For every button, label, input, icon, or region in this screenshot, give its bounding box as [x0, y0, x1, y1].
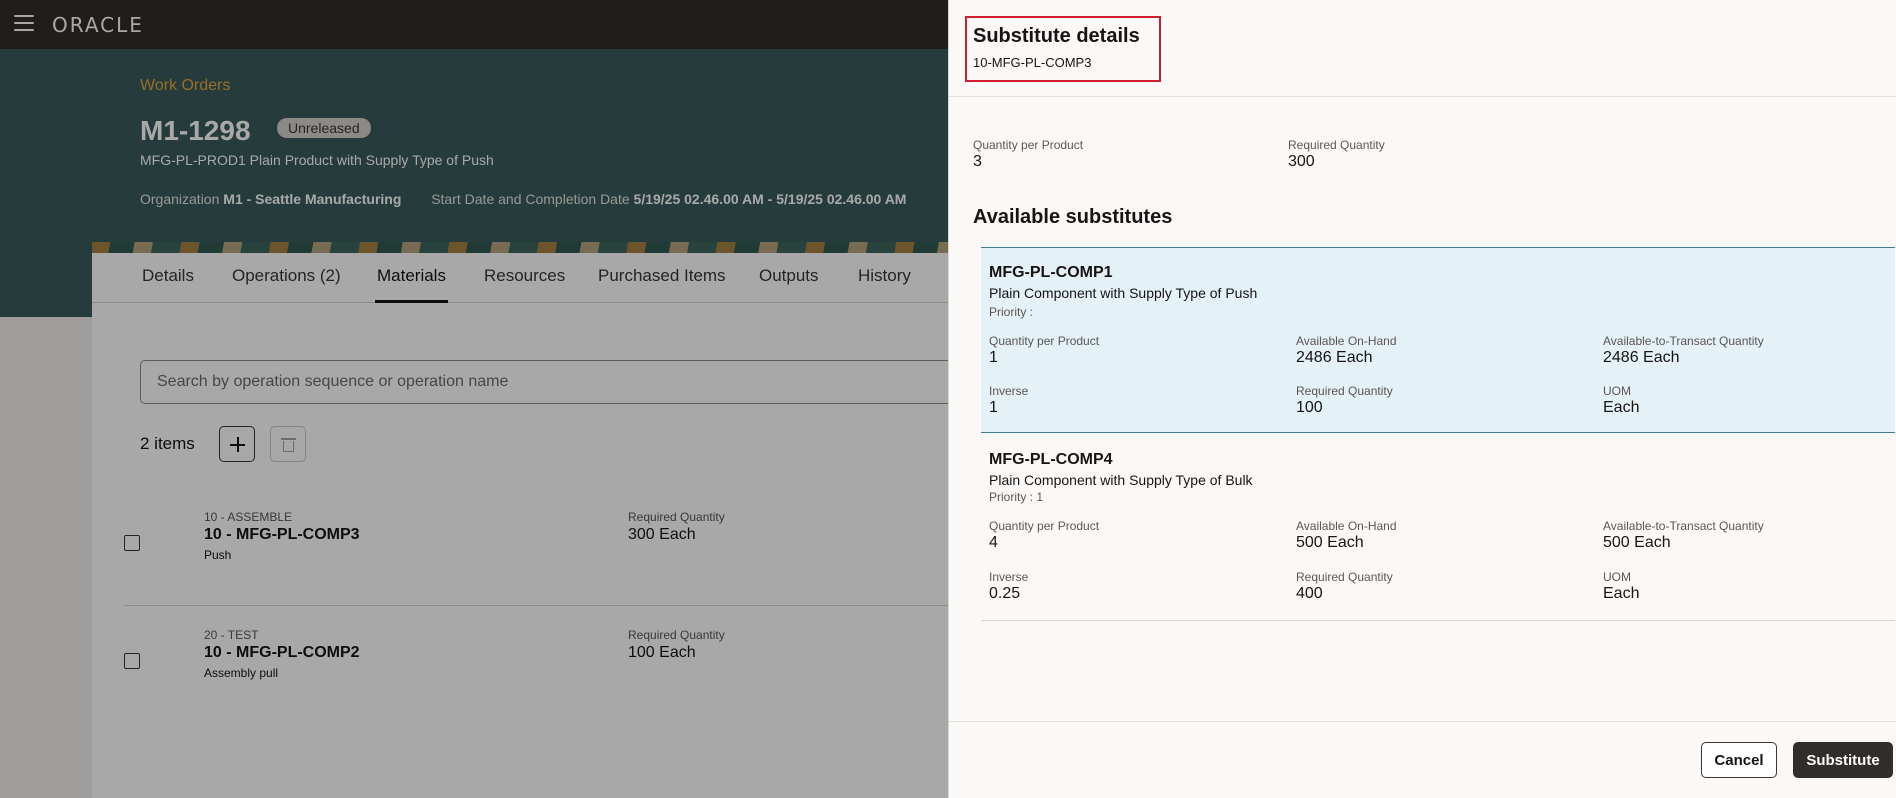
substitute-priority: Priority :: [989, 305, 1034, 319]
footer-divider: [949, 721, 1896, 722]
substitute-card[interactable]: MFG-PL-COMP4 Plain Component with Supply…: [981, 434, 1895, 621]
field-value: 0.25: [989, 585, 1021, 602]
field-label: Required Quantity: [1296, 384, 1393, 398]
field-value: 400: [1296, 585, 1323, 602]
field-value: Each: [1603, 399, 1640, 416]
field-label: Inverse: [989, 384, 1029, 398]
drawer-title: Substitute details: [973, 25, 1140, 47]
quantity-per-product-label: Quantity per Product: [973, 138, 1084, 152]
field-value: 1: [989, 399, 998, 416]
field-value: 1: [989, 349, 998, 366]
field-label: Quantity per Product: [989, 519, 1100, 533]
field-label: Available-to-Transact Quantity: [1603, 519, 1764, 533]
quantity-per-product-value: 3: [973, 153, 982, 170]
substitute-card-selected[interactable]: MFG-PL-COMP1 Plain Component with Supply…: [981, 247, 1895, 433]
field-label: UOM: [1603, 384, 1631, 398]
available-substitutes-heading: Available substitutes: [973, 206, 1173, 228]
substitute-description: Plain Component with Supply Type of Push: [989, 285, 1258, 301]
substitute-name: MFG-PL-COMP4: [989, 451, 1113, 468]
field-value: 500 Each: [1603, 534, 1671, 551]
field-label: Available On-Hand: [1296, 334, 1397, 348]
cancel-button[interactable]: Cancel: [1701, 742, 1777, 778]
field-value: 100: [1296, 399, 1323, 416]
field-label: UOM: [1603, 570, 1631, 584]
field-value: Each: [1603, 585, 1640, 602]
field-value: 500 Each: [1296, 534, 1364, 551]
substitute-priority: Priority : 1: [989, 490, 1044, 504]
field-value: 2486 Each: [1296, 349, 1373, 366]
substitute-button[interactable]: Substitute: [1793, 742, 1893, 778]
field-label: Quantity per Product: [989, 334, 1100, 348]
substitute-name: MFG-PL-COMP1: [989, 264, 1113, 281]
field-value: 2486 Each: [1603, 349, 1680, 366]
substitute-description: Plain Component with Supply Type of Bulk: [989, 472, 1253, 488]
field-label: Inverse: [989, 570, 1029, 584]
divider: [949, 96, 1896, 97]
drawer-subtitle: 10-MFG-PL-COMP3: [973, 55, 1092, 70]
field-label: Available-to-Transact Quantity: [1603, 334, 1764, 348]
required-quantity-label: Required Quantity: [1288, 138, 1385, 152]
modal-scrim[interactable]: [0, 0, 948, 798]
substitute-details-drawer: Substitute details 10-MFG-PL-COMP3 Quant…: [948, 0, 1896, 798]
field-label: Available On-Hand: [1296, 519, 1397, 533]
required-quantity-value: 300: [1288, 153, 1315, 170]
field-label: Required Quantity: [1296, 570, 1393, 584]
field-value: 4: [989, 534, 998, 551]
